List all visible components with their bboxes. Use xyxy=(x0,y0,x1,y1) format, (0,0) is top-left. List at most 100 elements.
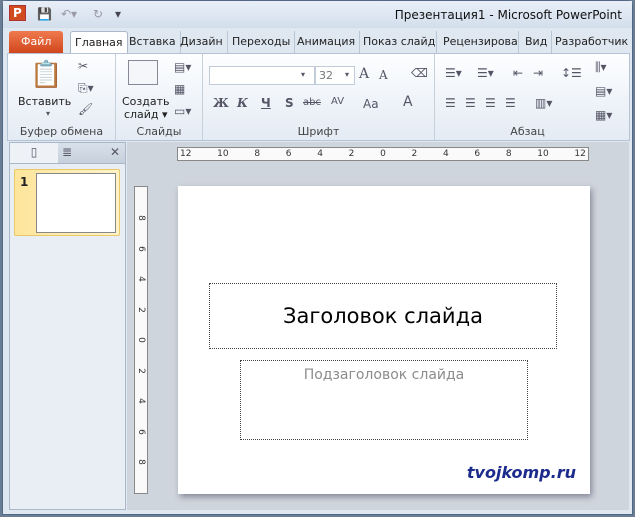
tab-review[interactable]: Рецензирова xyxy=(439,31,519,53)
tab-slideshow[interactable]: Показ слайдо xyxy=(359,31,437,53)
increase-indent-icon[interactable]: ⇥ xyxy=(533,66,543,80)
underline-button[interactable]: Ч xyxy=(261,96,271,110)
bullets-icon[interactable]: ☰▾ xyxy=(445,66,462,80)
slides-group-label: Слайды xyxy=(136,125,182,138)
ruler-tick-label: 2 xyxy=(135,367,146,374)
tab-file[interactable]: Файл xyxy=(9,31,64,53)
ruler-tick-label: 12 xyxy=(574,149,586,159)
numbering-icon[interactable]: ☰▾ xyxy=(477,66,494,80)
tab-developer[interactable]: Разработчик xyxy=(551,31,632,53)
close-panel-icon[interactable]: ✕ xyxy=(110,145,120,159)
tab-design[interactable]: Дизайн xyxy=(176,31,228,53)
paste-dropdown-icon[interactable]: ▾ xyxy=(46,109,50,118)
thumbnail-image xyxy=(36,173,116,233)
reset-icon[interactable]: ▦ xyxy=(174,82,185,96)
ruler-tick-label: 4 xyxy=(442,149,449,159)
justify-icon[interactable]: ☰ xyxy=(505,96,516,110)
new-slide-label-2: слайд xyxy=(123,108,159,121)
cut-icon[interactable]: ✂ xyxy=(78,59,88,73)
font-name-dropdown-icon[interactable]: ▾ xyxy=(301,70,305,79)
ribbon: 📋 Вставить ▾ ✂ ⎘▾ 🖌 Буфер обмена Создать… xyxy=(7,53,630,141)
ruler-tick-label: 6 xyxy=(135,245,146,252)
slide-editor: 12 10 8 6 4 2 0 2 4 6 8 10 12 8 6 4 2 0 2 4 6 8 Заголовок сл… xyxy=(127,142,629,510)
italic-button[interactable]: К xyxy=(237,96,248,110)
text-direction-icon[interactable]: ⫼▾ xyxy=(595,60,607,75)
align-center-icon[interactable]: ☰ xyxy=(465,96,476,110)
vertical-ruler[interactable]: 8 6 4 2 0 2 4 6 8 xyxy=(134,186,148,494)
ribbon-tabs: Файл Главная Вставка Дизайн Переходы Ани… xyxy=(3,28,632,53)
format-painter-icon[interactable]: 🖌 xyxy=(78,102,93,116)
clipboard-group-label: Буфер обмена xyxy=(19,125,104,138)
align-right-icon[interactable]: ☰ xyxy=(485,96,496,110)
font-name-combo[interactable] xyxy=(209,66,315,85)
subtitle-placeholder-text: Подзаголовок слайда xyxy=(303,367,465,383)
group-paragraph: ☰▾ ☰▾ ⇤ ⇥ ↕☰ ☰ ☰ ☰ ☰ ▥▾ ⫼▾ ▤▾ ▦▾ Абзац xyxy=(435,54,620,140)
grow-font-icon[interactable]: A xyxy=(359,66,369,82)
redo-icon[interactable]: ↻ xyxy=(93,7,103,21)
new-slide-icon xyxy=(128,60,158,85)
title-bar: P 💾 ↶▾ ↻ ▾ Презентация1 - Microsoft Powe… xyxy=(3,1,632,28)
align-text-icon[interactable]: ▤▾ xyxy=(595,84,612,98)
ruler-tick-label: 2 xyxy=(348,149,355,159)
ruler-tick-label: 12 xyxy=(180,149,192,159)
columns-icon[interactable]: ▥▾ xyxy=(535,96,552,110)
ruler-tick-label: 8 xyxy=(254,149,261,159)
ruler-tick-label: 4 xyxy=(135,276,146,282)
align-left-icon[interactable]: ☰ xyxy=(445,96,456,110)
ruler-tick-label: 0 xyxy=(380,149,386,159)
decrease-indent-icon[interactable]: ⇤ xyxy=(513,66,523,80)
section-icon[interactable]: ▭▾ xyxy=(174,104,191,118)
ruler-tick-label: 6 xyxy=(474,149,481,159)
powerpoint-window: P 💾 ↶▾ ↻ ▾ Презентация1 - Microsoft Powe… xyxy=(2,0,633,515)
tab-view[interactable]: Вид xyxy=(521,31,553,53)
ruler-tick-label: 4 xyxy=(135,398,146,404)
horizontal-ruler[interactable]: 12 10 8 6 4 2 0 2 4 6 8 10 12 xyxy=(177,147,589,161)
ruler-tick-label: 10 xyxy=(217,149,229,159)
font-size-dropdown-icon[interactable]: ▾ xyxy=(345,70,349,79)
character-spacing-button[interactable]: AV xyxy=(331,96,344,107)
shadow-button[interactable]: S xyxy=(285,96,294,110)
group-slides: Создать слайд ▾ ▤▾ ▦ ▭▾ Слайды xyxy=(116,54,203,140)
customize-toolbar-icon[interactable]: ▾ xyxy=(115,7,121,21)
strikethrough-button[interactable]: abc xyxy=(303,97,321,108)
line-spacing-icon[interactable]: ↕☰ xyxy=(561,66,582,80)
slides-panel: ▯ ≣ ✕ 1 xyxy=(9,142,126,510)
new-slide-label: Создать xyxy=(122,95,170,108)
bold-button[interactable]: Ж xyxy=(213,96,229,110)
ruler-tick-label: 4 xyxy=(317,149,323,159)
app-icon[interactable]: P xyxy=(9,5,26,21)
ruler-tick-label: 10 xyxy=(537,149,549,159)
undo-icon[interactable]: ↶▾ xyxy=(61,7,77,21)
outline-tab-icon[interactable]: ≣ xyxy=(62,145,72,159)
change-case-button[interactable]: Aa xyxy=(363,97,379,111)
slide-canvas[interactable]: Заголовок слайда Подзаголовок слайда tvo… xyxy=(178,186,590,494)
copy-icon[interactable]: ⎘▾ xyxy=(78,81,94,96)
tab-insert[interactable]: Вставка xyxy=(125,31,181,53)
ruler-tick-label: 0 xyxy=(135,337,146,343)
window-title: Презентация1 - Microsoft PowerPoint xyxy=(394,8,622,22)
tab-transitions[interactable]: Переходы xyxy=(228,31,296,53)
layout-icon[interactable]: ▤▾ xyxy=(174,60,191,74)
smartart-icon[interactable]: ▦▾ xyxy=(595,108,612,122)
ruler-tick-label: 8 xyxy=(135,459,146,465)
title-placeholder[interactable]: Заголовок слайда xyxy=(209,283,557,349)
group-font: ▾ 32 ▾ A A ⌫ Ж К Ч S abc AV Aa A Шрифт xyxy=(203,54,435,140)
group-clipboard: 📋 Вставить ▾ ✂ ⎘▾ 🖌 Буфер обмена xyxy=(8,54,116,140)
save-icon[interactable]: 💾 xyxy=(37,7,52,21)
paste-icon: 📋 xyxy=(30,60,63,90)
ruler-tick-label: 6 xyxy=(285,149,292,159)
subtitle-placeholder[interactable]: Подзаголовок слайда xyxy=(240,360,528,440)
tab-home[interactable]: Главная xyxy=(70,31,128,53)
ruler-tick-label: 2 xyxy=(411,149,418,159)
ruler-tick-label: 8 xyxy=(135,215,146,221)
shrink-font-icon[interactable]: A xyxy=(379,68,388,82)
font-color-button[interactable]: A xyxy=(403,94,413,110)
tab-animations[interactable]: Анимация xyxy=(293,31,361,53)
clear-format-icon[interactable]: ⌫ xyxy=(411,66,428,80)
new-slide-button[interactable]: Создать слайд ▾ xyxy=(122,95,170,121)
slides-tab-icon[interactable]: ▯ xyxy=(10,143,58,163)
watermark: tvojkomp.ru xyxy=(466,463,576,482)
paste-button[interactable]: Вставить xyxy=(18,95,71,108)
ruler-tick-label: 2 xyxy=(135,306,146,313)
slide-thumbnail[interactable]: 1 xyxy=(14,169,120,236)
